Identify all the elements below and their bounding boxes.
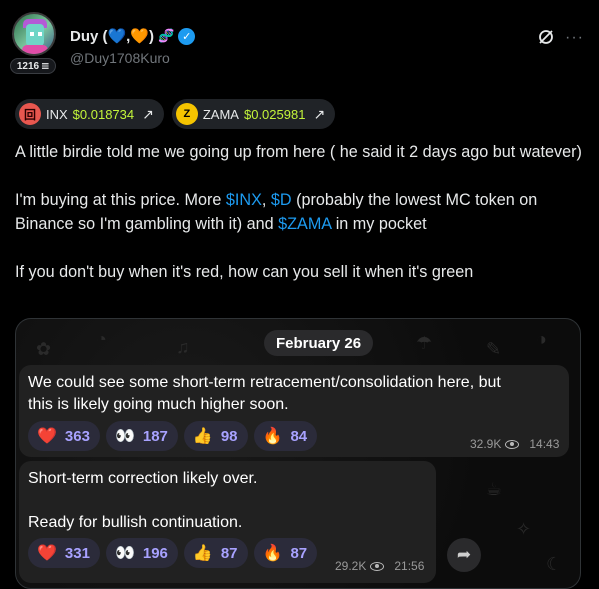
reaction-thumbs-up: 👍 87 xyxy=(183,538,248,568)
eye-icon xyxy=(505,439,520,449)
more-options-icon[interactable]: ··· xyxy=(565,29,584,47)
view-count: 29.2K xyxy=(335,559,367,573)
eyes-icon: 👀 xyxy=(114,428,135,445)
arrow-up-right-icon: ↗ xyxy=(313,105,326,122)
forward-share-icon[interactable]: ➦ xyxy=(447,538,481,572)
author-display-name[interactable]: Duy (💙,🧡) xyxy=(70,27,154,45)
chat-message: We could see some short-term retracement… xyxy=(19,365,569,457)
tweet-paragraph-3: If you don't buy when it's red, how can … xyxy=(15,263,474,281)
fire-icon: 🔥 xyxy=(262,545,283,562)
thumbs-up-icon: 👍 xyxy=(192,545,213,562)
tweet-text: A little birdie told me we going up from… xyxy=(15,140,585,308)
message-text-line: We could see some short-term retracement… xyxy=(28,374,501,391)
badge-icon: 𝌆 xyxy=(41,60,50,71)
message-text-line: Ready for bullish continuation. xyxy=(28,514,243,531)
message-time: 14:43 xyxy=(529,437,560,451)
reaction-eyes: 👀 196 xyxy=(105,538,178,568)
eyes-icon: 👀 xyxy=(114,545,135,562)
date-separator: February 26 xyxy=(264,330,374,356)
message-time: 21:56 xyxy=(394,559,425,573)
avatar-badge: 1216 𝌆 xyxy=(10,58,56,74)
reaction-thumbs-up: 👍 98 xyxy=(183,421,248,451)
reactions-row: ❤️ 331 👀 196 👍 87 🔥 87 xyxy=(28,538,318,568)
token-price: $0.018734 xyxy=(72,106,135,122)
message-meta: 32.9K 14:43 xyxy=(470,437,559,451)
grok-icon[interactable] xyxy=(537,28,555,46)
author-avatar-group[interactable]: 1216 𝌆 xyxy=(10,12,58,74)
cashtag-d[interactable]: $D xyxy=(271,191,292,209)
reaction-fire: 🔥 84 xyxy=(253,421,318,451)
verified-badge-icon[interactable]: ✓ xyxy=(178,27,196,45)
reaction-fire: 🔥 87 xyxy=(253,538,318,568)
fire-icon: 🔥 xyxy=(262,428,283,445)
eye-icon xyxy=(370,561,385,571)
avatar[interactable] xyxy=(12,12,56,56)
token-price: $0.025981 xyxy=(243,106,306,122)
reactions-row: ❤️ 363 👀 187 👍 98 🔥 84 xyxy=(28,421,318,451)
cashtag-zama[interactable]: $ZAMA xyxy=(278,215,331,233)
token-symbol: INX xyxy=(46,106,68,122)
token-pills: 回 INX $0.018734 ↗ Z ZAMA $0.025981 ↗ xyxy=(15,99,336,129)
message-text-line: this is likely going much higher soon. xyxy=(28,396,289,413)
cashtag-inx[interactable]: $INX xyxy=(226,191,262,209)
reaction-heart: ❤️ 363 xyxy=(28,421,100,451)
author-name-row[interactable]: Duy (💙,🧡) 🧬 ✓ xyxy=(70,27,196,45)
tweet-paragraph-1: A little birdie told me we going up from… xyxy=(15,143,582,161)
token-pill-inx[interactable]: 回 INX $0.018734 ↗ xyxy=(15,99,164,129)
zama-coin-icon: Z xyxy=(175,103,198,125)
tweet-media-image[interactable]: ✿ ◔ ♫ ☂ ✎ ◑ ☕ ✧ ☾ February 26 We could s… xyxy=(15,318,581,589)
thumbs-up-icon: 👍 xyxy=(192,428,213,445)
arrow-up-right-icon: ↗ xyxy=(142,105,154,122)
chat-message: Short-term correction likely over. Ready… xyxy=(19,461,436,583)
view-count: 32.9K xyxy=(470,437,502,451)
heart-icon: ❤️ xyxy=(37,428,57,445)
badge-count-label: 1216 xyxy=(16,60,40,72)
reaction-eyes: 👀 187 xyxy=(105,421,178,451)
inx-coin-icon: 回 xyxy=(19,103,41,125)
message-meta: 29.2K 21:56 xyxy=(335,559,424,573)
author-handle[interactable]: @Duy1708Kuro xyxy=(70,50,170,66)
dna-icon: 🧬 xyxy=(158,28,175,43)
tweet-paragraph-2: I'm buying at this price. More $INX, $D … xyxy=(15,191,538,233)
token-symbol: ZAMA xyxy=(202,106,239,122)
token-pill-zama[interactable]: Z ZAMA $0.025981 ↗ xyxy=(171,99,336,129)
message-text-line: Short-term correction likely over. xyxy=(28,470,258,487)
reaction-heart: ❤️ 331 xyxy=(28,538,100,568)
heart-icon: ❤️ xyxy=(37,545,57,562)
